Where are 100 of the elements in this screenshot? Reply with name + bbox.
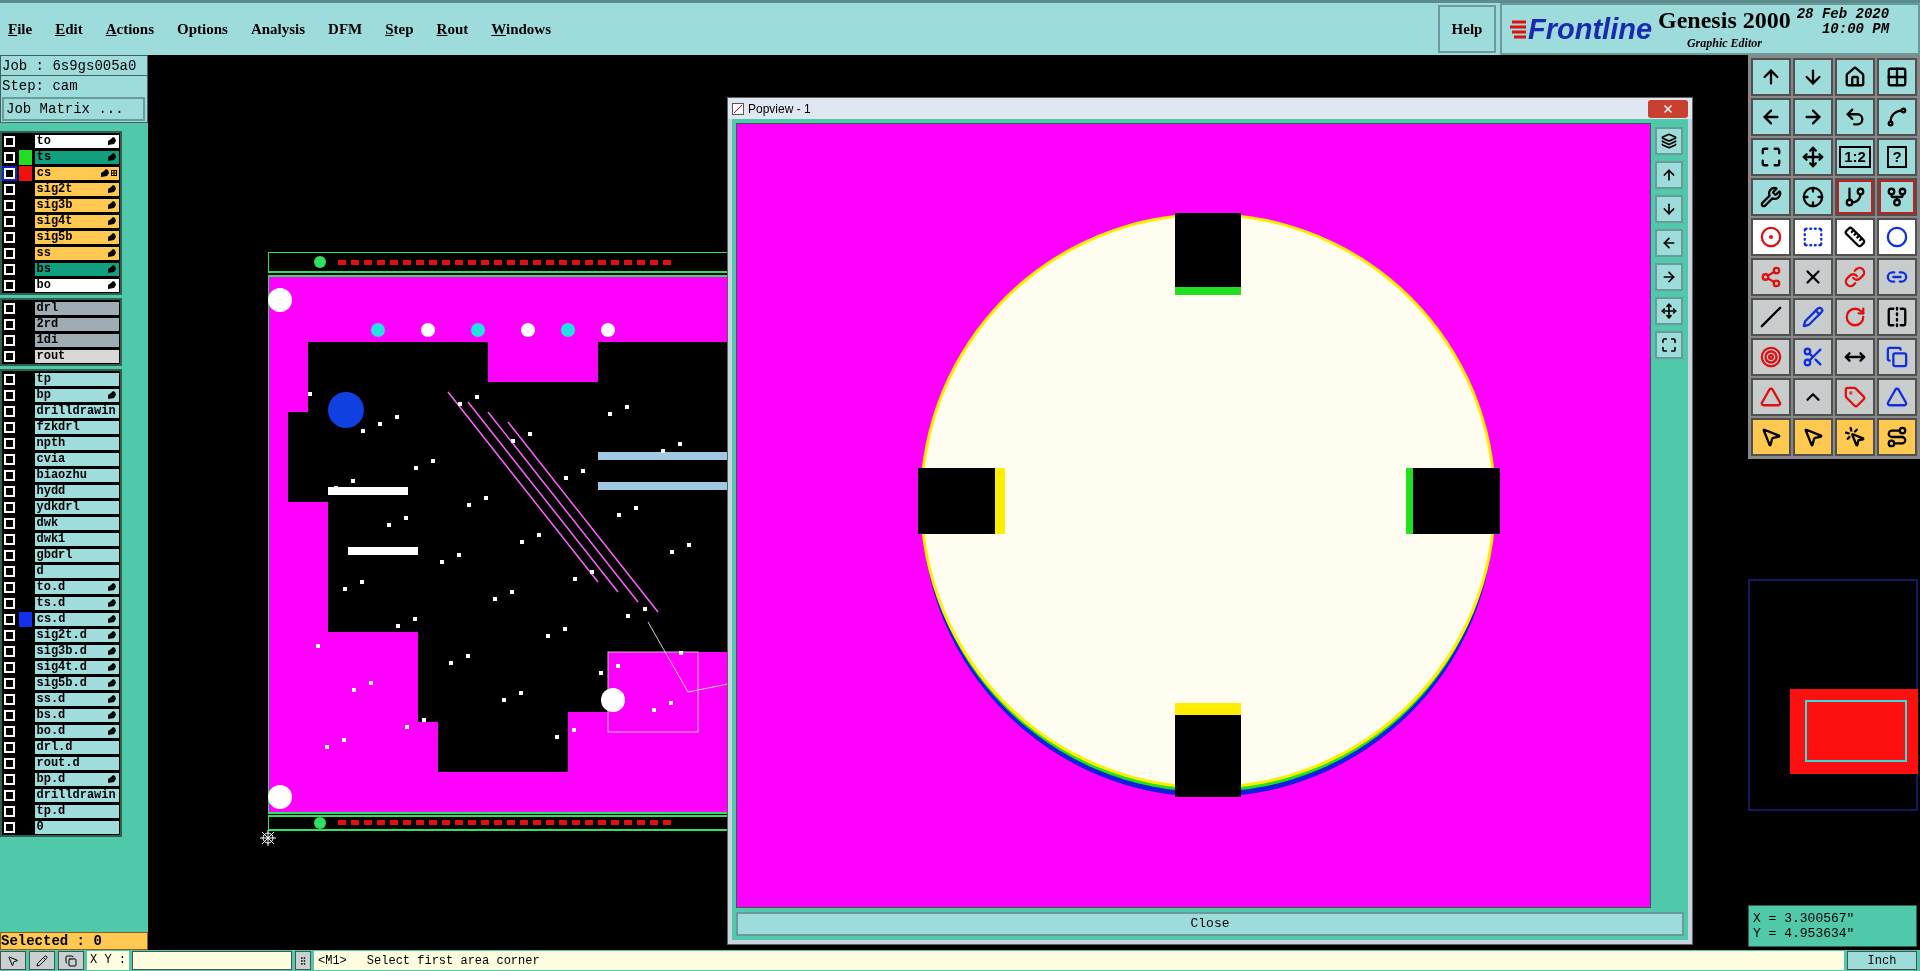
layer-entry[interactable]: fzkdrl (33, 419, 120, 435)
layer-entry[interactable]: rout.d (33, 755, 120, 771)
layer-entry[interactable]: sig5b.d (33, 675, 120, 691)
popview-tool-button[interactable] (1655, 331, 1683, 359)
popview-tool-button[interactable] (1655, 127, 1683, 155)
layer-entry[interactable]: ydkdrl (33, 499, 120, 515)
toolbar-button[interactable] (1793, 218, 1833, 256)
toolbar-button[interactable] (1835, 178, 1875, 216)
layer-entry[interactable]: bo.d (33, 723, 120, 739)
layer-entry[interactable]: cs (33, 165, 120, 181)
toolbar-button[interactable] (1751, 98, 1791, 136)
layer-entry[interactable]: sig3b.d (33, 643, 120, 659)
toolbar-button[interactable] (1793, 418, 1833, 456)
toolbar-button[interactable] (1877, 178, 1917, 216)
toolbar-button[interactable] (1751, 418, 1791, 456)
layer-entry[interactable]: ss (33, 245, 120, 261)
menu-item[interactable]: File (8, 17, 33, 41)
layer-entry[interactable]: biaozhu (33, 467, 120, 483)
layer-entry[interactable]: gbdrl (33, 547, 120, 563)
layer-entry[interactable]: to (33, 133, 120, 149)
toolbar-button[interactable] (1793, 178, 1833, 216)
layer-entry[interactable]: bs (33, 261, 120, 277)
layer-entry[interactable]: 1di (33, 332, 120, 348)
x-coordinate: X = 3.300567" (1753, 911, 1856, 926)
layer-entry[interactable]: sig2t (33, 181, 120, 197)
layer-entry[interactable]: drilldrawin (33, 787, 120, 803)
layer-name: rout (36, 350, 66, 362)
toolbar-button[interactable] (1835, 218, 1875, 256)
toolbar-button[interactable] (1793, 58, 1833, 96)
close-button[interactable] (1648, 99, 1688, 118)
toolbar-button[interactable] (1877, 418, 1917, 456)
toolbar-button[interactable] (1793, 378, 1833, 416)
menu-item[interactable]: Analysis (250, 17, 306, 41)
toolbar-button[interactable] (1835, 58, 1875, 96)
toolbar-button[interactable] (1793, 98, 1833, 136)
menu-item[interactable]: Actions (105, 17, 155, 41)
toolbar-button[interactable] (1835, 338, 1875, 376)
layer-entry[interactable]: ss.d (33, 691, 120, 707)
layer-entry[interactable]: bp (33, 387, 120, 403)
menu-item[interactable]: Windows (491, 17, 552, 41)
popview-tool-button[interactable] (1655, 263, 1683, 291)
toolbar-button[interactable] (1793, 138, 1833, 176)
popview-tool-button[interactable] (1655, 229, 1683, 257)
toolbar-button[interactable] (1835, 418, 1875, 456)
xy-input-field[interactable] (132, 951, 292, 970)
toolbar-button[interactable]: ? (1877, 138, 1917, 176)
toolbar-button[interactable] (1793, 258, 1833, 296)
toolbar-button[interactable] (1751, 58, 1791, 96)
popview-tool-button[interactable] (1655, 195, 1683, 223)
menu-item[interactable]: Step (385, 17, 414, 41)
menu-item[interactable]: Edit (55, 17, 83, 41)
layer-entry[interactable]: npth (33, 435, 120, 451)
toolbar-button[interactable] (1751, 178, 1791, 216)
toolbar-button[interactable] (1877, 98, 1917, 136)
status-tool-button[interactable] (0, 951, 26, 970)
popview-tool-button[interactable] (1655, 297, 1683, 325)
close-button[interactable]: Close (736, 912, 1684, 936)
layer-entry[interactable]: drilldrawin (33, 403, 120, 419)
layer-entry[interactable]: bs.d (33, 707, 120, 723)
job-matrix-button[interactable]: Job Matrix ... (2, 97, 145, 121)
layers-icon (1661, 133, 1677, 149)
layer-entry[interactable]: sig2t.d (33, 627, 120, 643)
layer-entry[interactable]: drl.d (33, 739, 120, 755)
layer-entry[interactable]: sig5b (33, 229, 120, 245)
toolbar-button[interactable] (1751, 218, 1791, 256)
toolbar-button[interactable] (1751, 138, 1791, 176)
toolbar-button[interactable] (1835, 98, 1875, 136)
layer-entry[interactable]: tp.d (33, 803, 120, 819)
layer-entry[interactable]: dwk1 (33, 531, 120, 547)
layer-entry[interactable]: dwk (33, 515, 120, 531)
layer-entry[interactable]: sig4t (33, 213, 120, 229)
layer-entry[interactable]: rout (33, 348, 120, 364)
layer-entry[interactable]: sig4t.d (33, 659, 120, 675)
menu-item[interactable]: Rout (436, 17, 469, 41)
popview-tool-button[interactable] (1655, 161, 1683, 189)
layer-entry[interactable]: 0 (33, 819, 120, 835)
toolbar-button[interactable] (1751, 298, 1791, 336)
units-dropdown[interactable]: Inch (1847, 951, 1917, 970)
toolbar-button[interactable]: 1:2 (1835, 138, 1875, 176)
toolbar-button[interactable] (1877, 298, 1917, 336)
menu-item[interactable]: DFM (328, 17, 363, 41)
layer-entry[interactable]: cs.d (33, 611, 120, 627)
layer-entry[interactable]: cvia (33, 451, 120, 467)
status-tool-button[interactable] (29, 951, 55, 970)
layer-entry[interactable]: d (33, 563, 120, 579)
layer-entry[interactable]: ts (33, 149, 120, 165)
status-tool-button[interactable] (295, 951, 311, 970)
layer-entry[interactable]: to.d (33, 579, 120, 595)
help-button[interactable]: Help (1438, 5, 1496, 53)
layer-entry[interactable]: tp (33, 371, 120, 387)
layer-entry[interactable]: drl (33, 300, 120, 316)
layer-entry[interactable]: hydd (33, 483, 120, 499)
layer-entry[interactable]: sig3b (33, 197, 120, 213)
layer-entry[interactable]: 2rd (33, 316, 120, 332)
layer-entry[interactable]: ts.d (33, 595, 120, 611)
toolbar-button[interactable] (1877, 218, 1917, 256)
layer-entry[interactable]: bo (33, 277, 120, 293)
menu-item[interactable]: Options (177, 17, 228, 41)
toolbar-button[interactable] (1877, 58, 1917, 96)
layer-entry[interactable]: bp.d (33, 771, 120, 787)
